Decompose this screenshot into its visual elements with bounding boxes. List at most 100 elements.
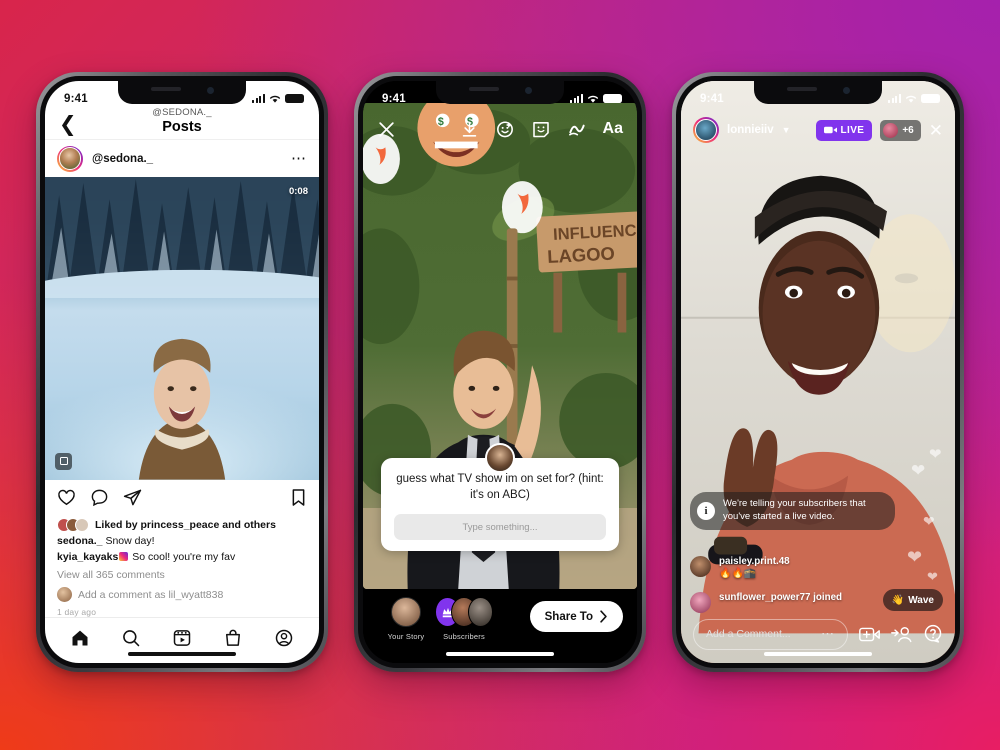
bookmark-icon[interactable] bbox=[290, 488, 307, 507]
live-badge-text: LIVE bbox=[840, 124, 865, 136]
question-sticker[interactable]: guess what TV show im on set for? (hint:… bbox=[381, 443, 619, 551]
add-person-icon[interactable] bbox=[891, 625, 912, 644]
commenter-username[interactable]: paisley.print.48 bbox=[719, 556, 790, 567]
share-to-button[interactable]: Share To bbox=[529, 601, 623, 632]
broadcaster-username[interactable]: lonnieiiv bbox=[727, 124, 774, 136]
live-comment-row: paisley.print.48 🔥🔥🕋 bbox=[690, 556, 869, 579]
more-options-icon[interactable]: ⋯ bbox=[291, 151, 307, 166]
comment-username[interactable]: kyia_kayaks bbox=[57, 551, 118, 563]
question-text: guess what TV show im on set for? (hint:… bbox=[396, 473, 604, 501]
live-header: lonnieiiv ▼ LIVE +6 ✕ bbox=[681, 117, 955, 143]
viewers-badge[interactable]: +6 bbox=[880, 119, 921, 141]
post-media[interactable]: 0:08 bbox=[45, 177, 319, 480]
shopping-bag-icon[interactable] bbox=[223, 628, 243, 648]
wifi-icon bbox=[269, 95, 281, 103]
comment-input[interactable]: Add a Comment... ⋯ bbox=[693, 618, 848, 650]
caption-text: Snow day! bbox=[105, 534, 155, 547]
back-chevron-icon[interactable]: ❮ bbox=[59, 114, 77, 135]
text-aa-icon[interactable]: Aa bbox=[603, 121, 623, 137]
wifi-icon bbox=[905, 95, 917, 103]
subscriber-avatar-2 bbox=[467, 597, 493, 627]
post-timestamp: 1 day ago bbox=[57, 607, 97, 617]
cellular-bars-icon bbox=[887, 94, 901, 103]
instagram-live-screen: 9:41 lonnieiiv ▼ LIVE +6 ✕ ❤ ❤ ❤ ❤ ❤ i W… bbox=[681, 81, 955, 663]
question-help-icon[interactable] bbox=[923, 624, 943, 644]
wifi-icon bbox=[587, 95, 599, 103]
caption-username[interactable]: sedona._ bbox=[57, 535, 103, 547]
viewers-count: +6 bbox=[902, 124, 914, 136]
post-author-username[interactable]: @sedona._ bbox=[92, 153, 282, 165]
liked-by-row[interactable]: Liked by princess_peace and others bbox=[57, 517, 307, 533]
tagged-users-icon[interactable] bbox=[55, 452, 72, 470]
battery-icon bbox=[285, 93, 304, 104]
svg-text:LAGOO: LAGOO bbox=[547, 243, 616, 267]
comment-text: So cool! you're my fav bbox=[132, 551, 236, 564]
broadcaster-avatar[interactable] bbox=[693, 117, 719, 143]
search-icon[interactable] bbox=[121, 628, 141, 648]
phone-device-live: 9:41 lonnieiiv ▼ LIVE +6 ✕ ❤ ❤ ❤ ❤ ❤ i W… bbox=[672, 72, 964, 672]
battery-icon bbox=[921, 93, 940, 104]
close-live-icon[interactable]: ✕ bbox=[929, 122, 943, 139]
share-to-label: Share To bbox=[544, 610, 593, 623]
phone-device-feed: 9:41 ❮ @SEDONA._ Posts @sedona._ ⋯ 0:08 … bbox=[36, 72, 328, 672]
top-comment: kyia_kayaks So cool! you're my fav bbox=[57, 549, 307, 565]
view-all-comments-link[interactable]: View all 365 comments bbox=[57, 567, 307, 583]
liked-by-text: Liked by princess_peace and others bbox=[95, 518, 276, 531]
live-status-badge: LIVE bbox=[815, 119, 873, 141]
question-answer-input[interactable]: Type something... bbox=[394, 514, 606, 540]
add-comment-row[interactable]: Add a comment as lil_wyatt838 bbox=[57, 587, 307, 603]
comment-bubble-icon[interactable] bbox=[90, 488, 109, 507]
story-tools-bar: Aa bbox=[363, 119, 637, 139]
subscribers-label: Subscribers bbox=[443, 632, 485, 641]
current-user-avatar bbox=[57, 587, 72, 603]
phone-device-story: INFLUENC LAGOO $ $ 9:41 Aa guess what TV… bbox=[354, 72, 646, 672]
close-x-icon[interactable] bbox=[377, 120, 396, 139]
share-option-your-story[interactable]: Your Story bbox=[377, 597, 435, 641]
your-story-avatar bbox=[391, 597, 421, 627]
battery-icon bbox=[603, 93, 622, 104]
floating-hearts: ❤ ❤ ❤ ❤ ❤ bbox=[907, 446, 942, 584]
share-option-subscribers[interactable]: Subscribers bbox=[435, 597, 493, 641]
download-icon[interactable] bbox=[460, 120, 479, 139]
chevron-right-icon bbox=[600, 610, 607, 623]
squiggle-draw-icon[interactable] bbox=[567, 119, 587, 139]
video-duration: 0:08 bbox=[288, 186, 308, 197]
profile-circle-icon[interactable] bbox=[274, 628, 294, 648]
story-composer-screen: INFLUENC LAGOO $ $ 9:41 Aa guess what TV… bbox=[363, 81, 637, 663]
live-system-message: i We're telling your subscribers that yo… bbox=[690, 492, 895, 530]
smiley-face-icon[interactable] bbox=[495, 119, 515, 139]
status-time: 9:41 bbox=[382, 92, 406, 105]
status-time: 9:41 bbox=[64, 92, 88, 105]
viewer-avatar bbox=[883, 122, 899, 138]
comment-body: 🔥🔥🕋 bbox=[719, 568, 757, 579]
add-video-camera-icon[interactable] bbox=[859, 625, 880, 644]
chevron-down-icon[interactable]: ▼ bbox=[782, 125, 791, 135]
status-time: 9:41 bbox=[700, 92, 724, 105]
joiner-username: sunflower_power77 joined bbox=[719, 592, 843, 603]
comment-placeholder: Add a Comment... bbox=[706, 628, 791, 640]
home-icon[interactable] bbox=[70, 628, 90, 648]
heart-icon[interactable] bbox=[57, 488, 76, 507]
sticker-square-icon[interactable] bbox=[531, 119, 551, 139]
liker-avatars bbox=[57, 517, 89, 532]
post-caption-block: Liked by princess_peace and others sedon… bbox=[45, 516, 319, 617]
post-header: @sedona._ ⋯ bbox=[45, 139, 319, 177]
person-in-snow bbox=[138, 338, 226, 480]
your-story-label: Your Story bbox=[387, 632, 425, 641]
reels-icon[interactable] bbox=[172, 628, 192, 648]
home-indicator bbox=[764, 652, 872, 656]
commenter-avatar-1[interactable] bbox=[690, 556, 711, 577]
system-message-text: We're telling your subscribers that you'… bbox=[723, 498, 866, 523]
post-author-avatar[interactable] bbox=[57, 145, 83, 172]
page-title: Posts bbox=[162, 119, 202, 135]
cellular-bars-icon bbox=[251, 94, 265, 103]
post-caption: sedona._ Snow day! bbox=[57, 533, 307, 549]
device-notch bbox=[118, 81, 246, 104]
subscribers-avatars bbox=[435, 597, 493, 627]
add-comment-placeholder: Add a comment as lil_wyatt838 bbox=[78, 588, 224, 601]
question-author-avatar bbox=[485, 443, 515, 474]
share-paper-plane-icon[interactable] bbox=[123, 488, 142, 507]
cellular-bars-icon bbox=[569, 94, 583, 103]
verified-gradient-badge-icon bbox=[119, 552, 129, 562]
live-video-icon bbox=[823, 126, 837, 134]
